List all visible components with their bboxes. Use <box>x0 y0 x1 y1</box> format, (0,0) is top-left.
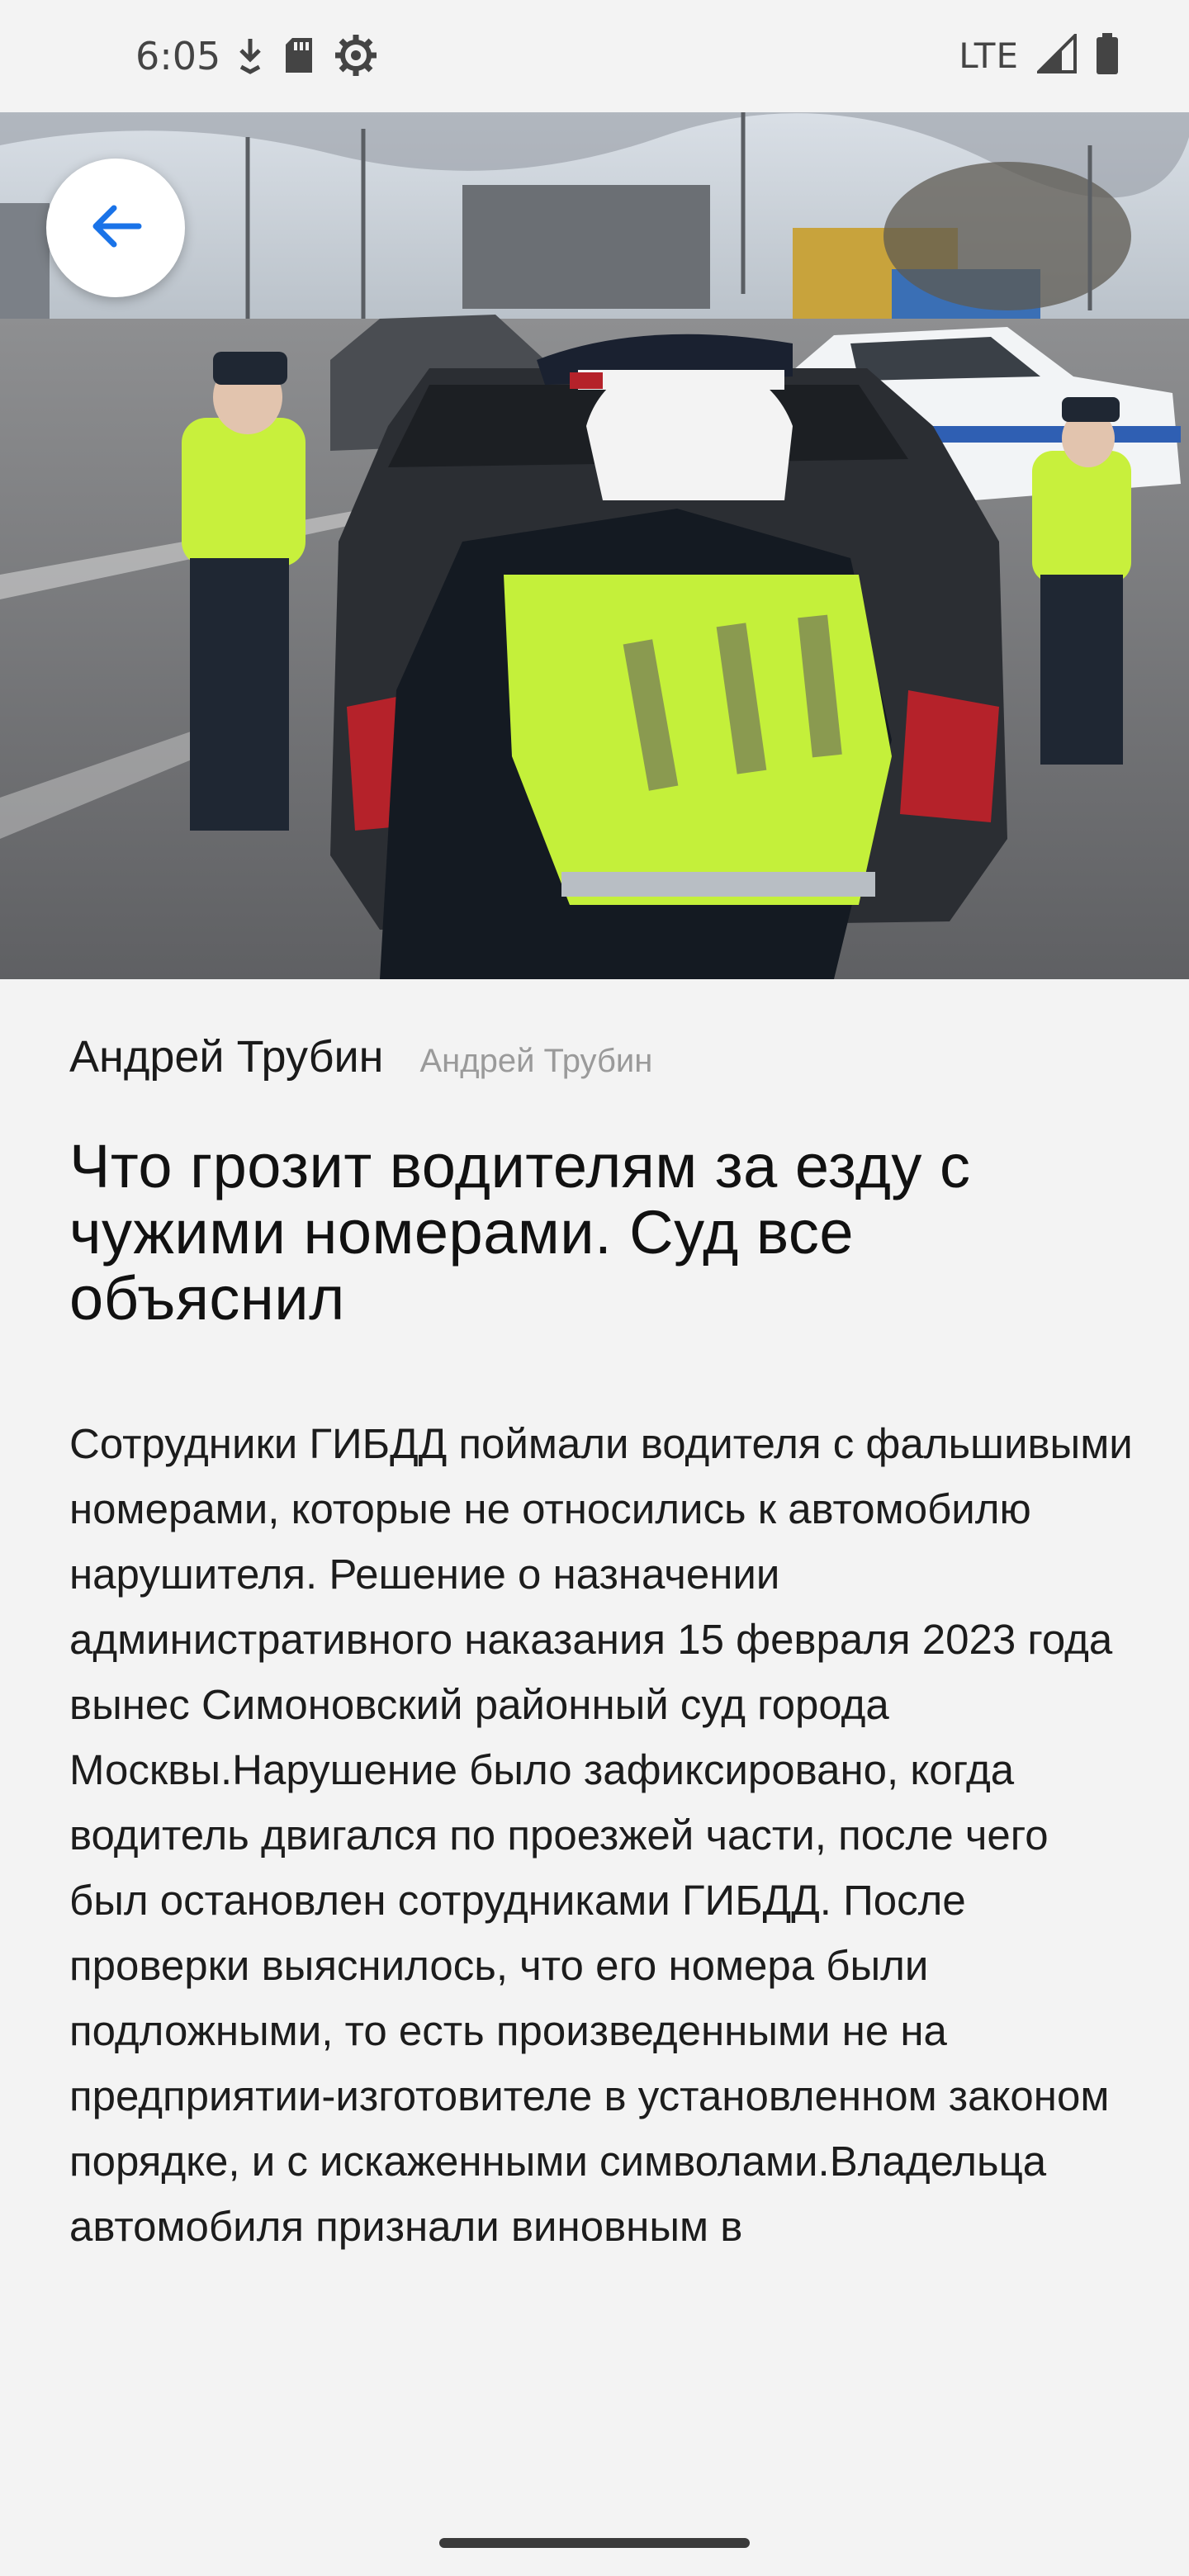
battery-icon <box>1095 33 1120 78</box>
network-type-label: LTE <box>959 36 1019 76</box>
download-icon <box>236 34 264 81</box>
back-button[interactable] <box>46 159 185 297</box>
article-content: Андрей Трубин Андрей Трубин Что грозит в… <box>0 979 1189 2259</box>
status-bar: 6:05 LTE <box>0 0 1189 112</box>
status-time: 6:05 <box>135 34 221 78</box>
article-byline: Андрей Трубин Андрей Трубин <box>69 1030 1120 1087</box>
article-title: Что грозит водителям за езду с чужими но… <box>69 1132 971 1333</box>
settings-icon <box>334 33 378 82</box>
author-secondary-label: Андрей Трубин <box>419 1043 653 1079</box>
signal-icon <box>1035 31 1077 78</box>
gesture-navigation-handle[interactable] <box>439 2538 750 2548</box>
status-icons-right: LTE <box>959 31 1120 78</box>
arrow-left-icon <box>89 203 142 253</box>
status-icons-left <box>236 33 378 82</box>
sd-card-icon <box>282 35 315 80</box>
author-name[interactable]: Андрей Трубин <box>69 1030 383 1083</box>
article-body: Сотрудники ГИБДД поймали водителя с фаль… <box>69 1420 1133 2250</box>
